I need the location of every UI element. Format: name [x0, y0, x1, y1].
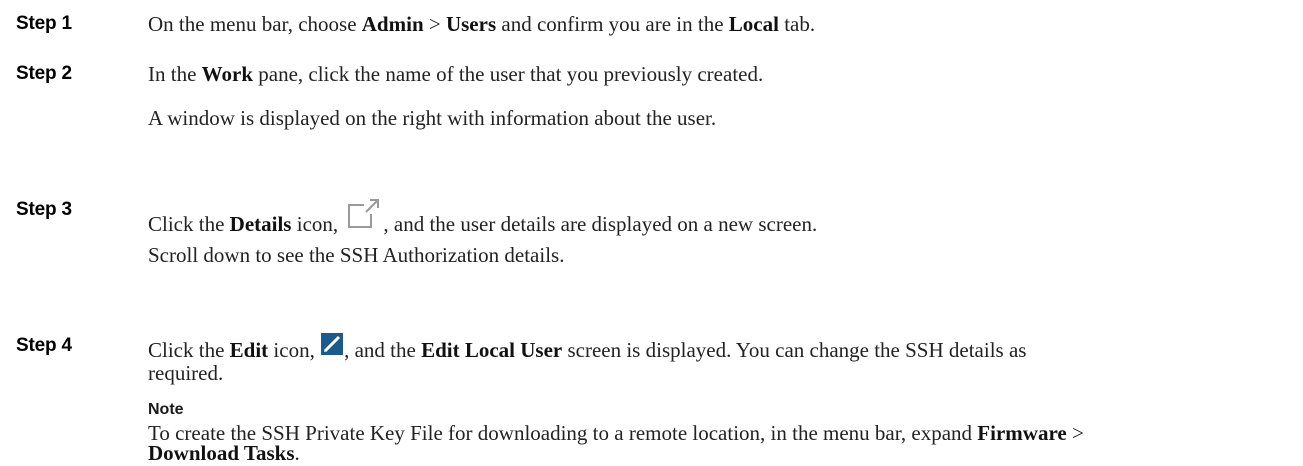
step-3-label: Step 3	[16, 199, 72, 220]
local-tab-ref: Local	[728, 12, 779, 36]
admin-menu-ref: Admin	[361, 12, 424, 36]
note-label: Note	[148, 401, 184, 418]
step-4-continuation: required.	[148, 361, 224, 385]
step-2-result: A window is displayed on the right with …	[148, 106, 717, 130]
download-tasks-ref: Download Tasks	[148, 441, 295, 465]
step-1-label: Step 1	[16, 13, 72, 34]
edit-ref: Edit	[229, 338, 269, 362]
edit-pencil-icon	[321, 333, 344, 361]
step-1-text: On the menu bar, choose Admin > Users an…	[148, 12, 816, 36]
work-pane-ref: Work	[201, 62, 253, 86]
users-menu-ref: Users	[445, 12, 497, 36]
note-text-line-2: Download Tasks.	[148, 441, 300, 465]
step-2-label: Step 2	[16, 63, 72, 84]
edit-local-user-ref: Edit Local User	[421, 338, 563, 362]
step-4-text: Click the Edit icon, , and the Edit Loca…	[148, 333, 1026, 363]
step-4-label: Step 4	[16, 335, 72, 356]
firmware-ref: Firmware	[977, 421, 1067, 445]
step-2-text: In the Work pane, click the name of the …	[148, 62, 764, 86]
step-3-text: Click the Details icon, , and the user d…	[148, 197, 817, 237]
step-3-result: Scroll down to see the SSH Authorization…	[148, 243, 565, 267]
details-external-link-icon	[347, 197, 381, 237]
details-ref: Details	[229, 212, 292, 236]
